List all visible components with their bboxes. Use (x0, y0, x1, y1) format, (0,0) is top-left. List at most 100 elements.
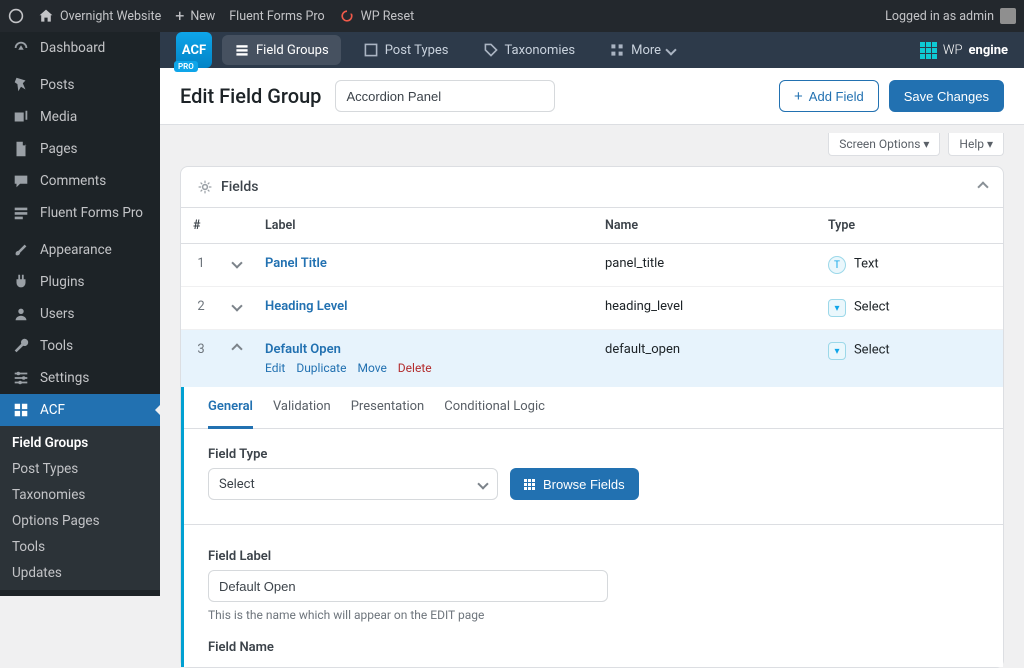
pro-badge: PRO (174, 61, 198, 72)
field-type-select[interactable]: Select (208, 468, 498, 500)
wp-admin-bar: Overnight Website + New Fluent Forms Pro… (0, 0, 1024, 32)
tab-conditional[interactable]: Conditional Logic (444, 387, 545, 428)
fields-table: # Label Name Type 1 Panel Title panel_ti… (181, 208, 1003, 667)
avatar (1000, 8, 1016, 24)
menu-pages[interactable]: Pages (0, 133, 160, 165)
wp-reset-link[interactable]: WP Reset (339, 8, 415, 24)
field-type: ▾Select (816, 287, 1003, 330)
screen-options-toggle[interactable]: Screen Options ▾ (828, 133, 940, 156)
grid-icon (524, 479, 535, 490)
group-title-input[interactable] (335, 80, 555, 112)
save-changes-button[interactable]: Save Changes (889, 80, 1004, 112)
action-duplicate[interactable]: Duplicate (296, 361, 346, 375)
pin-icon (12, 76, 30, 94)
action-edit[interactable]: Edit (265, 361, 285, 375)
col-name: Name (593, 208, 816, 244)
panel-heading: Fields (197, 179, 258, 195)
field-label-label: Field Label (208, 549, 979, 564)
list-icon (234, 42, 250, 58)
menu-seo[interactable]: SEO (0, 590, 160, 596)
menu-tools[interactable]: Tools (0, 330, 160, 362)
nav-taxonomies[interactable]: Taxonomies (471, 35, 588, 65)
sub-field-groups[interactable]: Field Groups (0, 430, 160, 456)
field-label-help: This is the name which will appear on th… (208, 608, 979, 622)
submenu-acf: Field Groups Post Types Taxonomies Optio… (0, 426, 160, 590)
menu-users[interactable]: Users (0, 298, 160, 330)
field-name: default_open (593, 330, 816, 388)
tab-general[interactable]: General (208, 387, 253, 429)
browse-fields-button[interactable]: Browse Fields (510, 468, 639, 500)
user-icon (12, 305, 30, 323)
type-icon: ▾ (828, 299, 846, 317)
new-content[interactable]: + New (175, 8, 215, 24)
site-link[interactable]: Overnight Website (38, 8, 161, 24)
type-icon: T (828, 256, 846, 274)
sliders-icon (12, 369, 30, 387)
field-name: heading_level (593, 287, 816, 330)
menu-comments[interactable]: Comments (0, 165, 160, 197)
field-row[interactable]: 1 Panel Title panel_title TText (181, 244, 1003, 287)
post-type-icon (363, 42, 379, 58)
plus-icon: + (794, 88, 803, 105)
form-icon (12, 204, 30, 222)
title-row: Edit Field Group + Add Field Save Change… (160, 68, 1024, 125)
home-icon (38, 8, 54, 24)
sub-taxonomies[interactable]: Taxonomies (0, 482, 160, 508)
wpengine-brand[interactable]: WPengine (920, 42, 1008, 59)
nav-field-groups[interactable]: Field Groups (222, 35, 341, 65)
field-type-label: Field Type (208, 447, 979, 462)
collapse-icon[interactable] (231, 343, 242, 354)
fields-icon (197, 179, 213, 195)
plus-icon: + (175, 8, 184, 24)
help-toggle[interactable]: Help ▾ (948, 133, 1004, 156)
field-label-input[interactable] (208, 570, 608, 602)
speedometer-icon (12, 39, 30, 57)
grid-icon (609, 42, 625, 58)
field-label-link[interactable]: Heading Level (265, 299, 348, 314)
sub-tools[interactable]: Tools (0, 534, 160, 560)
field-label-link[interactable]: Panel Title (265, 256, 327, 271)
wrench-icon (12, 337, 30, 355)
field-row[interactable]: 2 Heading Level heading_level ▾Select (181, 287, 1003, 330)
field-row-expanded[interactable]: 3 Default Open Edit Duplicate Move Delet… (181, 330, 1003, 388)
action-delete[interactable]: Delete (398, 361, 432, 375)
field-label-link[interactable]: Default Open (265, 342, 341, 357)
field-name: panel_title (593, 244, 816, 287)
menu-dashboard[interactable]: Dashboard (0, 32, 160, 64)
tab-validation[interactable]: Validation (273, 387, 331, 428)
action-move[interactable]: Move (357, 361, 386, 375)
expand-icon[interactable] (231, 257, 242, 268)
tab-presentation[interactable]: Presentation (351, 387, 425, 428)
menu-settings[interactable]: Settings (0, 362, 160, 394)
nav-post-types[interactable]: Post Types (351, 35, 461, 65)
layout-icon (12, 401, 30, 419)
field-type: ▾Select (816, 330, 1003, 388)
add-field-button[interactable]: + Add Field (779, 80, 879, 112)
menu-plugins[interactable]: Plugins (0, 266, 160, 298)
menu-media[interactable]: Media (0, 101, 160, 133)
sub-post-types[interactable]: Post Types (0, 456, 160, 482)
fluent-forms-link[interactable]: Fluent Forms Pro (229, 9, 324, 24)
acf-logo[interactable]: ACF PRO (176, 32, 212, 68)
sub-updates[interactable]: Updates (0, 560, 160, 586)
expand-icon[interactable] (231, 300, 242, 311)
media-icon (12, 108, 30, 126)
page-icon (12, 140, 30, 158)
acf-top-nav: ACF PRO Field Groups Post Types Taxonomi… (160, 32, 1024, 68)
sub-options-pages[interactable]: Options Pages (0, 508, 160, 534)
col-type: Type (816, 208, 1003, 244)
comment-icon (12, 172, 30, 190)
field-type: TText (816, 244, 1003, 287)
account-link[interactable]: Logged in as admin (885, 8, 1016, 24)
menu-posts[interactable]: Posts (0, 69, 160, 101)
wp-logo[interactable] (8, 8, 24, 24)
field-name-label: Field Name (208, 640, 979, 655)
field-editor: General Validation Presentation Conditio… (181, 387, 1003, 667)
wp-side-menu: Dashboard Posts Media Pages Comments Flu… (0, 32, 160, 596)
page-title: Edit Field Group (180, 84, 321, 108)
menu-acf[interactable]: ACF (0, 394, 160, 426)
menu-fluent[interactable]: Fluent Forms Pro (0, 197, 160, 229)
menu-appearance[interactable]: Appearance (0, 234, 160, 266)
nav-more[interactable]: More (597, 35, 687, 65)
collapse-panel-toggle[interactable] (977, 181, 988, 192)
